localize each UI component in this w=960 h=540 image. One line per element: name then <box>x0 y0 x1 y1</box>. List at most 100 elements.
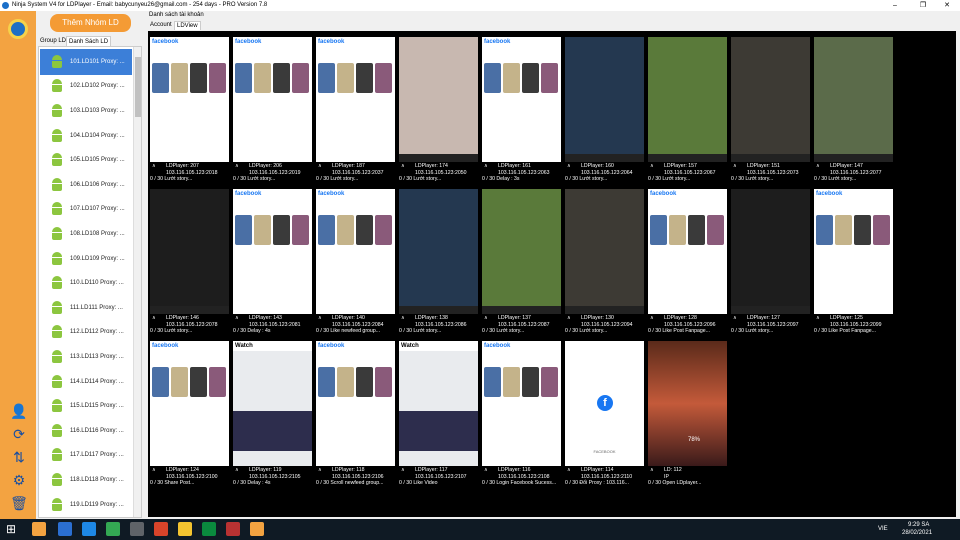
expand-icon[interactable]: ∧ <box>650 315 654 322</box>
ldplayer-screen[interactable] <box>399 37 478 162</box>
expand-icon[interactable]: ∧ <box>401 467 405 474</box>
expand-icon[interactable]: ∧ <box>567 163 571 170</box>
story-thumbnail[interactable] <box>190 63 207 93</box>
close-button[interactable]: ✕ <box>934 0 960 11</box>
ldplayer-screen[interactable] <box>482 189 561 314</box>
gear-icon[interactable]: ⚙ <box>10 471 28 489</box>
video-thumbnail[interactable] <box>233 411 312 451</box>
edge-taskbar-icon[interactable] <box>82 522 96 536</box>
ldplayer-screen[interactable]: facebook <box>150 341 229 466</box>
story-thumbnail[interactable] <box>503 63 520 93</box>
ldplayer-screen[interactable]: facebook <box>648 189 727 314</box>
ld-list-item[interactable]: 114.LD114 Proxy: ... <box>40 369 132 395</box>
ld-list-item[interactable]: 119.LD119 Proxy: ... <box>40 492 132 517</box>
ld-list-item[interactable]: 102.LD102 Proxy: ... <box>40 74 132 100</box>
story-thumbnail[interactable] <box>318 63 335 93</box>
tab-account[interactable]: Account <box>148 21 174 30</box>
trash-icon[interactable]: 🗑 <box>10 494 28 512</box>
ldplayer-tile[interactable]: ∧ LDPlayer: 151 103.116.105.123:2073 0 / 30… <box>729 31 810 183</box>
ldplayer-tile[interactable]: ∧ LDPlayer: 137 103.116.105.123:2087 0 / 30… <box>480 183 561 335</box>
ldplayer-tile[interactable]: ∧ LDPlayer: 146 103.116.105.123:2078 0 / 30… <box>148 183 229 335</box>
expand-icon[interactable]: ∧ <box>733 163 737 170</box>
ldplayer-tile[interactable]: Watch ∧ LDPlayer: 117 103.116.105.123:2107 0… <box>397 335 478 487</box>
expand-icon[interactable]: ∧ <box>152 467 156 474</box>
story-thumbnail[interactable] <box>318 367 335 397</box>
ldplayer-screen[interactable]: 78% <box>648 341 727 466</box>
ld-list-item[interactable]: 106.LD106 Proxy: ... <box>40 172 132 198</box>
ldplayer-tile[interactable]: facebook ∧ LDPlayer: 206 103.116.105.123:20… <box>231 31 312 183</box>
story-thumbnail[interactable] <box>273 63 290 93</box>
story-thumbnail[interactable] <box>254 63 271 93</box>
ldplayer-tile[interactable]: facebook ∧ LDPlayer: 143 103.116.105.123:20… <box>231 183 312 335</box>
expand-icon[interactable]: ∧ <box>318 467 322 474</box>
ldplayer-tile[interactable]: facebook ∧ LDPlayer: 116 103.116.105.123:21… <box>480 335 561 487</box>
ldplayer-screen[interactable]: facebook <box>814 189 893 314</box>
ldplayer-screen[interactable] <box>150 189 229 314</box>
story-thumbnail[interactable] <box>235 215 252 245</box>
expand-icon[interactable]: ∧ <box>401 163 405 170</box>
ld-list-item[interactable]: 105.LD105 Proxy: ... <box>40 147 132 173</box>
ld-list-item[interactable]: 115.LD115 Proxy: ... <box>40 393 132 419</box>
expand-icon[interactable]: ∧ <box>152 315 156 322</box>
ldplayer-tile[interactable]: 78% ∧ LD: 112 IP 0 / 30 Open LDplayer... <box>646 335 727 487</box>
app-taskbar-icon[interactable] <box>130 522 144 536</box>
windows-start-icon[interactable]: ⊞ <box>6 522 20 536</box>
expand-icon[interactable]: ∧ <box>235 163 239 170</box>
ldplayer-tile[interactable]: ∧ LDPlayer: 157 103.116.105.123:2067 0 / 30… <box>646 31 727 183</box>
ldplayer-tile[interactable]: facebook ∧ LDPlayer: 118 103.116.105.123:21… <box>314 335 395 487</box>
story-reply-bar[interactable] <box>814 154 893 162</box>
ld-list-item[interactable]: 112.LD112 Proxy: ... <box>40 320 132 346</box>
story-thumbnail[interactable] <box>171 367 188 397</box>
ld-list-item[interactable]: 113.LD113 Proxy: ... <box>40 344 132 370</box>
expand-icon[interactable]: ∧ <box>816 315 820 322</box>
expand-icon[interactable]: ∧ <box>650 163 654 170</box>
expand-icon[interactable]: ∧ <box>484 163 488 170</box>
ld-list-item[interactable]: 116.LD116 Proxy: ... <box>40 418 132 444</box>
story-reply-bar[interactable] <box>648 154 727 162</box>
story-thumbnail[interactable] <box>375 367 392 397</box>
story-reply-bar[interactable] <box>565 306 644 314</box>
ldplayer-tile[interactable]: facebook ∧ LDPlayer: 128 103.116.105.123:20… <box>646 183 727 335</box>
story-thumbnail[interactable] <box>688 215 705 245</box>
user-settings-icon[interactable]: 👤 <box>10 402 28 420</box>
ldplayer-screen[interactable] <box>565 37 644 162</box>
scrollbar-thumb[interactable] <box>135 57 141 117</box>
ld-list-item[interactable]: 111.LD111 Proxy: ... <box>40 295 132 321</box>
story-reply-bar[interactable] <box>731 306 810 314</box>
story-thumbnail[interactable] <box>152 367 169 397</box>
story-thumbnail[interactable] <box>318 215 335 245</box>
ld-list-item[interactable]: 110.LD110 Proxy: ... <box>40 270 132 296</box>
story-thumbnail[interactable] <box>356 215 373 245</box>
ldplayer-screen[interactable]: facebook <box>233 37 312 162</box>
video-thumbnail[interactable] <box>399 411 478 451</box>
ldplayer-screen[interactable] <box>814 37 893 162</box>
folder-taskbar-icon[interactable] <box>178 522 192 536</box>
tab-ldview[interactable]: LDView <box>174 21 201 30</box>
ldplayer-screen[interactable]: facebook <box>316 37 395 162</box>
story-thumbnail[interactable] <box>484 63 501 93</box>
opera-taskbar-icon[interactable] <box>154 522 168 536</box>
expand-icon[interactable]: ∧ <box>567 315 571 322</box>
story-thumbnail[interactable] <box>190 367 207 397</box>
ld-list-item[interactable]: 118.LD118 Proxy: ... <box>40 467 132 493</box>
story-thumbnail[interactable] <box>484 367 501 397</box>
ldplayer-screen[interactable]: facebook <box>233 189 312 314</box>
ldplayer-tile[interactable]: ∧ LDPlayer: 130 103.116.105.123:2094 0 / 30… <box>563 183 644 335</box>
expand-icon[interactable]: ∧ <box>484 467 488 474</box>
story-thumbnail[interactable] <box>873 215 890 245</box>
maximize-button[interactable]: ❐ <box>910 0 936 11</box>
story-thumbnail[interactable] <box>356 367 373 397</box>
sort-icon[interactable]: ⇅ <box>10 448 28 466</box>
ldplayer-screen[interactable]: Watch <box>399 341 478 466</box>
expand-icon[interactable]: ∧ <box>816 163 820 170</box>
story-thumbnail[interactable] <box>152 63 169 93</box>
ld-list-item[interactable]: 104.LD104 Proxy: ... <box>40 123 132 149</box>
expand-icon[interactable]: ∧ <box>650 467 654 474</box>
story-thumbnail[interactable] <box>337 367 354 397</box>
add-group-button[interactable]: Thêm Nhóm LD <box>50 14 131 32</box>
ld-list-item[interactable]: 103.LD103 Proxy: ... <box>40 98 132 124</box>
ldplayer-tile[interactable]: ∧ LDPlayer: 147 103.116.105.123:2077 0 / 30… <box>812 31 893 183</box>
ldplayer-tile[interactable]: facebook ∧ LDPlayer: 207 103.116.105.123:20… <box>148 31 229 183</box>
expand-icon[interactable]: ∧ <box>484 315 488 322</box>
ld-list-scrollbar[interactable] <box>133 47 141 517</box>
